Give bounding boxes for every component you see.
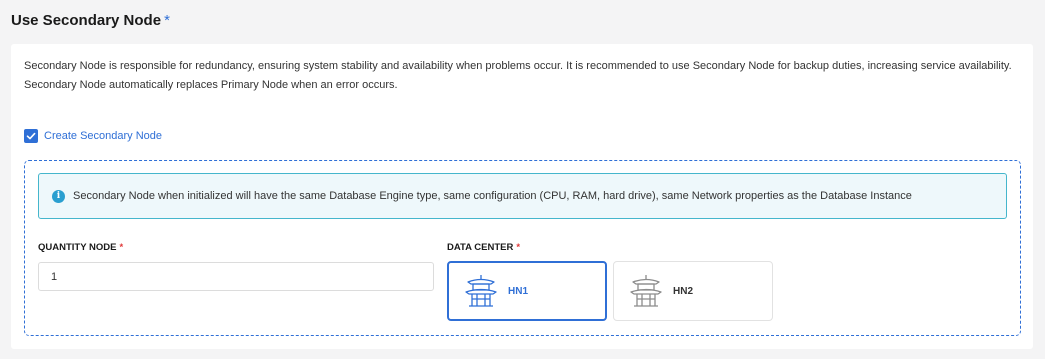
pagoda-icon — [630, 275, 662, 307]
data-center-option-label: HN2 — [673, 285, 694, 297]
section-title-text: Use Secondary Node — [11, 12, 162, 29]
data-center-option-hn2[interactable]: HN2 — [613, 261, 773, 321]
quantity-node-label: QUANTITY NODE * — [38, 242, 123, 253]
data-center-label: DATA CENTER * — [447, 242, 520, 253]
quantity-node-input[interactable] — [38, 262, 434, 291]
secondary-node-config: i Secondary Node when initialized will h… — [24, 160, 1021, 336]
description-line-1: Secondary Node is responsible for redund… — [24, 60, 1012, 72]
required-mark: * — [516, 242, 521, 253]
create-secondary-node-label[interactable]: Create Secondary Node — [44, 130, 162, 142]
info-alert: i Secondary Node when initialized will h… — [38, 173, 1007, 219]
description: Secondary Node is responsible for redund… — [24, 57, 1014, 95]
secondary-node-card: Secondary Node is responsible for redund… — [11, 44, 1033, 349]
description-line-2: Secondary Node automatically replaces Pr… — [24, 79, 398, 91]
data-center-label-text: DATA CENTER — [447, 242, 514, 253]
create-secondary-node-checkbox[interactable] — [24, 129, 38, 143]
required-mark: * — [119, 242, 124, 253]
pagoda-icon — [465, 275, 497, 307]
checkmark-icon — [26, 132, 36, 140]
info-text: Secondary Node when initialized will hav… — [73, 190, 912, 202]
quantity-node-label-text: QUANTITY NODE — [38, 242, 117, 253]
section-title: Use Secondary Node * — [11, 12, 170, 29]
data-center-option-hn1[interactable]: HN1 — [447, 261, 607, 321]
required-mark: * — [164, 12, 170, 29]
create-secondary-node-checkbox-row[interactable]: Create Secondary Node — [24, 129, 162, 143]
data-center-option-label: HN1 — [508, 285, 529, 297]
info-icon: i — [52, 189, 65, 203]
